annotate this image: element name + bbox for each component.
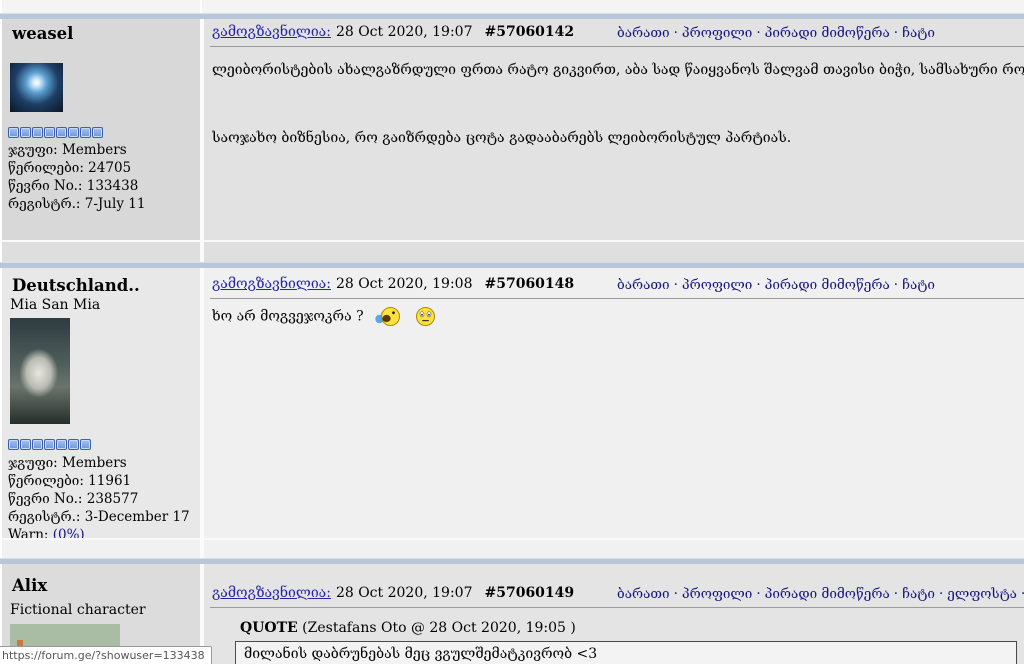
member-rating-pip-icon — [44, 439, 55, 450]
user-group: ჯგუფი: Members — [8, 142, 127, 158]
member-rating-pip-icon — [20, 439, 31, 450]
user-group: ჯგუფი: Members — [8, 455, 127, 471]
header-divider — [210, 46, 1024, 47]
post-content-cell: გამოგზავნილია: 28 Oct 2020, 19:07 #5706014… — [202, 564, 1024, 664]
private-message-link[interactable]: პირადი მიმოწერა — [765, 25, 890, 41]
posted-on-link[interactable]: გამოგზავნილია: — [212, 24, 331, 40]
post-footer-row — [2, 240, 1024, 262]
chat-link[interactable]: ჩატი — [902, 25, 935, 41]
post-header: გამოგზავნილია: 28 Oct 2020, 19:07 #5706014… — [212, 24, 574, 40]
user-member-number: წევრი No.: 133438 — [8, 178, 139, 194]
quote-header: QUOTE (Zestafans Oto @ 28 Oct 2020, 19:0… — [240, 620, 576, 636]
user-post-count: წერილები: 24705 — [8, 160, 132, 176]
quote-body: მილანის დაბრუნებას მეც ვგულშემატკივრობ <… — [244, 646, 598, 662]
private-message-link[interactable]: პირადი მიმოწერა — [765, 586, 890, 602]
posted-on-link[interactable]: გამოგზავნილია: — [212, 585, 331, 601]
chat-link[interactable]: ჩატი — [902, 586, 935, 602]
quote-box: მილანის დაბრუნებას მეც ვგულშემატკივრობ <… — [235, 641, 1017, 664]
username[interactable]: Deutschland.. — [12, 276, 140, 295]
profile-link[interactable]: პროფილი — [682, 277, 752, 293]
member-rating-pip-icon — [56, 439, 67, 450]
post-user-cell: weasel ჯგუფი: Members წერილები: 24705 წე… — [2, 19, 200, 240]
post-number[interactable]: #57060148 — [484, 276, 574, 292]
username[interactable]: Alix — [12, 576, 47, 595]
member-rating-pip-icon — [20, 127, 31, 138]
private-message-link[interactable]: პირადი მიმოწერა — [765, 277, 890, 293]
card-link[interactable]: ბარათი — [617, 277, 670, 293]
user-registered: რეგისტრ.: 7-July 11 — [8, 196, 146, 212]
post-message-line: ხო არ მოგვეჯოკრა ? — [212, 306, 1024, 327]
member-rating-pip-icon — [8, 127, 19, 138]
post-content-cell: გამოგზავნილია: 28 Oct 2020, 19:08 #5706014… — [202, 268, 1024, 538]
chat-link[interactable]: ჩატი — [902, 277, 935, 293]
post-row: Deutschland.. Mia San Mia ჯგუფი: Members… — [2, 268, 1024, 543]
profile-link[interactable]: პროფილი — [682, 586, 752, 602]
user-info: ჯგუფი: Members წერილები: 24705 წევრი No.… — [8, 141, 145, 213]
status-bar-url-tooltip: https://forum.ge/?showuser=133438 — [0, 646, 212, 664]
post-date: 28 Oct 2020, 19:08 — [335, 276, 473, 292]
member-rating-pip-icon — [56, 127, 67, 138]
card-link[interactable]: ბარათი — [617, 25, 670, 41]
post-header-links: ბარათი · პროფილი · პირადი მიმოწერა · ჩატი — [617, 25, 935, 41]
post-header-links: ბარათი · პროფილი · პირადი მიმოწერა · ჩატი — [617, 277, 935, 293]
user-title: Mia San Mia — [10, 297, 101, 313]
post-footer-row — [2, 538, 1024, 558]
post-header-links: ბარათი · პროფილი · პირადი მიმოწერა · ჩატი · ელფო… — [617, 586, 1024, 602]
member-rating-pip-icon — [68, 127, 79, 138]
member-rating-pip-icon — [8, 439, 19, 450]
member-rating — [8, 127, 104, 139]
forum-thread-page: weasel ჯგუფი: Members წერილები: 24705 წე… — [0, 0, 1024, 664]
post-header: გამოგზავნილია: 28 Oct 2020, 19:07 #5706014… — [212, 585, 574, 601]
posted-on-link[interactable]: გამოგზავნილია: — [212, 276, 331, 292]
mellow-smiley-icon — [415, 307, 435, 326]
previous-row-remnant — [2, 0, 1024, 13]
user-title: Fictional character — [10, 602, 146, 618]
post-user-cell: Deutschland.. Mia San Mia ჯგუფი: Members… — [2, 268, 200, 543]
post-content-cell: გამოგზავნილია: 28 Oct 2020, 19:07 #5706014… — [202, 19, 1024, 240]
header-divider — [210, 298, 1024, 299]
header-divider — [210, 607, 1024, 608]
member-rating-pip-icon — [92, 127, 103, 138]
user-post-count: წერილები: 11961 — [8, 473, 132, 489]
member-rating-pip-icon — [32, 439, 43, 450]
member-rating — [8, 439, 92, 451]
member-rating-pip-icon — [68, 439, 79, 450]
post-number[interactable]: #57060149 — [484, 585, 574, 601]
user-avatar — [10, 318, 70, 424]
spit-laugh-smiley-icon — [374, 307, 400, 326]
post-header: გამოგზავნილია: 28 Oct 2020, 19:08 #5706014… — [212, 276, 574, 292]
member-rating-pip-icon — [80, 127, 91, 138]
post-row: weasel ჯგუფი: Members წერილები: 24705 წე… — [2, 19, 1024, 240]
user-registered: რეგისტრ.: 3-December 17 — [8, 509, 190, 525]
profile-link[interactable]: პროფილი — [682, 25, 752, 41]
user-info: ჯგუფი: Members წერილები: 11961 წევრი No.… — [8, 454, 190, 544]
member-rating-pip-icon — [44, 127, 55, 138]
user-member-number: წევრი No.: 238577 — [8, 491, 139, 507]
post-message-line: საოჯახო ბიზნესია, რო გაიზრდება ცოტა გადა… — [212, 130, 792, 146]
username[interactable]: weasel — [12, 24, 73, 43]
quote-attribution: (Zestafans Oto @ 28 Oct 2020, 19:05 ) — [302, 620, 576, 636]
post-date: 28 Oct 2020, 19:07 — [335, 24, 473, 40]
member-rating-pip-icon — [32, 127, 43, 138]
post-number[interactable]: #57060142 — [484, 24, 574, 40]
email-link[interactable]: ელფოსტა — [947, 586, 1017, 602]
member-rating-pip-icon — [80, 439, 91, 450]
post-message-line: ლეიბორისტების ახალგაზრდული ფრთა რატო გიკ… — [212, 62, 1024, 78]
user-avatar — [10, 63, 63, 112]
card-link[interactable]: ბარათი — [617, 586, 670, 602]
post-date: 28 Oct 2020, 19:07 — [335, 585, 473, 601]
